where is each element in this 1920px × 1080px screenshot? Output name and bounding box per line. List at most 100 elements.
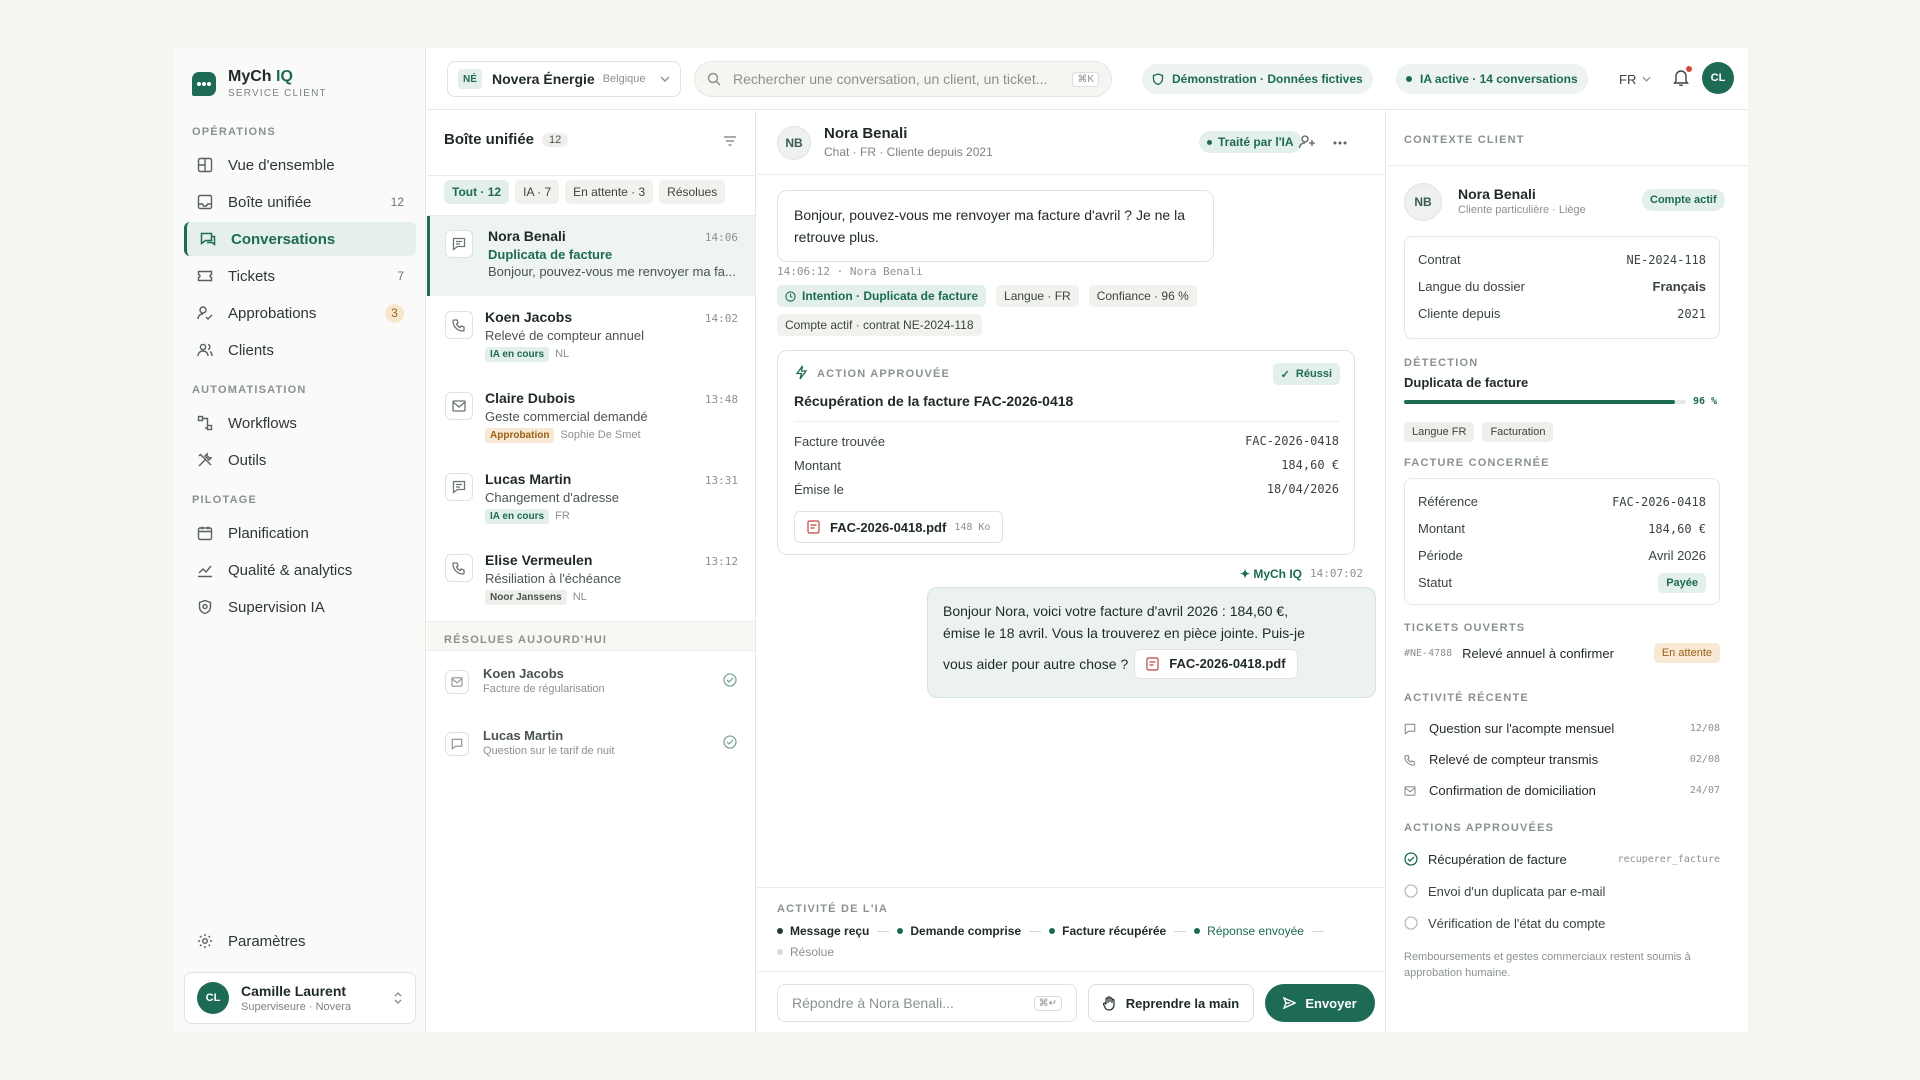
list-item[interactable]: Nora Benali 14:06 Duplicata de facture B… xyxy=(427,216,755,296)
list-item[interactable]: Koen Jacobs Facture de régularisation xyxy=(427,656,755,712)
filter-tab-pending[interactable]: En attente · 3 xyxy=(565,180,654,204)
client-sub: Cliente particulière · Liège xyxy=(1458,204,1586,216)
confidence-fill xyxy=(1404,400,1675,404)
settings-label: Paramètres xyxy=(228,932,306,950)
activity-step: Message reçu xyxy=(790,924,870,938)
recent-label: ACTIVITÉ RÉCENTE xyxy=(1404,692,1529,704)
sidebar-item-inbox[interactable]: Boîte unifiée 12 xyxy=(184,185,416,219)
bell-icon[interactable] xyxy=(1673,66,1692,86)
logo-icon xyxy=(192,71,216,96)
org-name: Novera Énergie xyxy=(492,71,595,87)
sidebar-item-supervision[interactable]: Supervision IA xyxy=(184,590,416,624)
action-title: Récupération de la facture FAC-2026-0418 xyxy=(794,393,1074,409)
gear-icon xyxy=(196,932,214,950)
confidence-chip: Confiance · 96 % xyxy=(1088,285,1197,307)
sidebar-item-label: Boîte unifiée xyxy=(228,193,312,211)
users-icon xyxy=(196,341,214,359)
contact-name: Lucas Martin xyxy=(485,471,572,487)
list-item[interactable]: Elise Vermeulen 13:12 Résiliation à l'éc… xyxy=(427,540,755,620)
list-item[interactable]: Relevé de compteur transmis 02/08 xyxy=(1404,744,1720,775)
phone-icon xyxy=(445,311,473,339)
chat-icon xyxy=(445,230,473,258)
top-bar: NÉ Novera Énergie Belgique Rechercher un… xyxy=(427,48,1748,110)
sidebar-item-workflows[interactable]: Workflows xyxy=(184,406,416,440)
client-info-card: Contrat NE-2024-118 Langue du dossier Fran… xyxy=(1404,236,1720,339)
sidebar-item-label: Planification xyxy=(228,524,309,542)
tickets-label: TICKETS OUVERTS xyxy=(1404,622,1526,634)
inbox-title: Boîte unifiée xyxy=(444,131,535,148)
approval-icon xyxy=(196,304,214,322)
timestamp: 13:48 xyxy=(704,393,738,406)
list-item[interactable]: Claire Dubois 13:48 Geste commercial dem… xyxy=(427,378,755,458)
send-label: Envoyer xyxy=(1305,995,1357,1011)
list-item[interactable]: Question sur l'acompte mensuel 12/08 xyxy=(1404,713,1720,744)
sidebar-item-planification[interactable]: Planification xyxy=(184,516,416,550)
send-button[interactable]: Envoyer xyxy=(1265,984,1375,1022)
sidebar-item-tickets[interactable]: Tickets 7 xyxy=(184,259,416,293)
tag-extra: NL xyxy=(555,348,570,360)
shield-icon xyxy=(196,598,214,616)
timestamp: 14:02 xyxy=(704,312,738,325)
attachment[interactable]: FAC-2026-0418.pdf xyxy=(1134,649,1298,679)
tools-icon xyxy=(196,451,214,469)
ticket-id: #NE-4788 xyxy=(1404,647,1453,659)
sidebar-item-outils[interactable]: Outils xyxy=(184,443,416,477)
assign-user-icon[interactable] xyxy=(1298,134,1316,150)
activity-step: Demande comprise xyxy=(910,924,1022,938)
list-item[interactable]: Lucas Martin Question sur le tarif de nu… xyxy=(427,718,755,774)
ticket-row[interactable]: #NE-4788 Relevé annuel à confirmer En at… xyxy=(1404,642,1720,664)
filter-tab-all[interactable]: Tout · 12 xyxy=(444,180,510,204)
hand-icon xyxy=(1102,995,1116,1011)
sidebar-item-conversations[interactable]: Conversations xyxy=(184,222,416,256)
subject: Geste commercial demandé xyxy=(485,409,648,424)
status-dot xyxy=(1406,76,1412,82)
preview: Bonjour, pouvez-vous me renvoyer ma fa..… xyxy=(488,264,736,279)
subject: Duplicata de facture xyxy=(488,247,613,262)
status-badge: En attente xyxy=(1653,643,1720,663)
avatar[interactable]: CL xyxy=(1702,62,1734,94)
timestamp: 13:12 xyxy=(704,555,738,568)
sidebar-item-approbations[interactable]: Approbations 3 xyxy=(184,296,416,330)
sidebar-item-label: Supervision IA xyxy=(228,598,325,616)
detection-value: Duplicata de facture xyxy=(1404,375,1529,390)
ai-reply: Bonjour Nora, voici votre facture d'avri… xyxy=(927,587,1376,698)
status-badge: IA en cours xyxy=(485,509,550,524)
attachment[interactable]: FAC-2026-0418.pdf 148 Ko xyxy=(794,511,1004,543)
list-item[interactable]: Koen Jacobs 14:02 Relevé de compteur ann… xyxy=(427,297,755,377)
invoice-label: FACTURE CONCERNÉE xyxy=(1404,457,1550,469)
sidebar-item-analytics[interactable]: Qualité & analytics xyxy=(184,553,416,587)
sidebar-item-clients[interactable]: Clients xyxy=(184,333,416,367)
org-selector[interactable]: NÉ Novera Énergie Belgique xyxy=(447,61,681,97)
demo-badge: Démonstration · Données fictives xyxy=(1142,64,1373,94)
subject: Question sur le tarif de nuit xyxy=(483,745,615,757)
more-icon[interactable] xyxy=(1333,141,1347,145)
workflow-icon xyxy=(196,414,214,432)
filter-tabs: Tout · 12 IA · 7 En attente · 3 Résolues xyxy=(444,180,726,204)
avatar: CL xyxy=(197,982,229,1014)
sidebar-item-overview[interactable]: Vue d'ensemble xyxy=(184,148,416,182)
reply-input[interactable]: Répondre à Nora Benali... ⌘↵ xyxy=(777,984,1077,1022)
app-logo: MyCh IQ SERVICE CLIENT xyxy=(192,68,327,99)
ai-status-badge[interactable]: IA active · 14 conversations xyxy=(1396,64,1588,94)
settings-button[interactable]: Paramètres xyxy=(184,924,416,958)
status-badge: IA en cours xyxy=(485,347,550,362)
search-input[interactable]: Rechercher une conversation, un client, … xyxy=(694,61,1112,97)
user-menu[interactable]: CL Camille Laurent Superviseure · Novera xyxy=(184,972,416,1024)
subject: Facture de régularisation xyxy=(483,683,605,695)
list-item[interactable]: Confirmation de domiciliation 24/07 xyxy=(1404,775,1720,806)
chevron-updown-icon xyxy=(393,991,403,1005)
org-country: Belgique xyxy=(602,73,646,85)
language-selector[interactable]: FR xyxy=(1619,64,1651,94)
filter-tab-ia[interactable]: IA · 7 xyxy=(515,180,560,204)
filter-icon[interactable] xyxy=(723,136,737,146)
chat-icon xyxy=(445,473,473,501)
list-item[interactable]: Lucas Martin 13:31 Changement d'adresse … xyxy=(427,459,755,539)
tag-extra: Sophie De Smet xyxy=(560,429,641,441)
demo-badge-label: Démonstration · Données fictives xyxy=(1172,72,1363,86)
inbox-count: 12 xyxy=(542,132,569,147)
count-badge: 3 xyxy=(385,303,404,323)
conversation-header: NB Nora Benali Chat · FR · Cliente depui… xyxy=(757,111,1385,175)
filter-tab-resolved[interactable]: Résolues xyxy=(659,180,726,204)
takeover-button[interactable]: Reprendre la main xyxy=(1088,984,1254,1022)
contact-name: Claire Dubois xyxy=(485,390,576,406)
